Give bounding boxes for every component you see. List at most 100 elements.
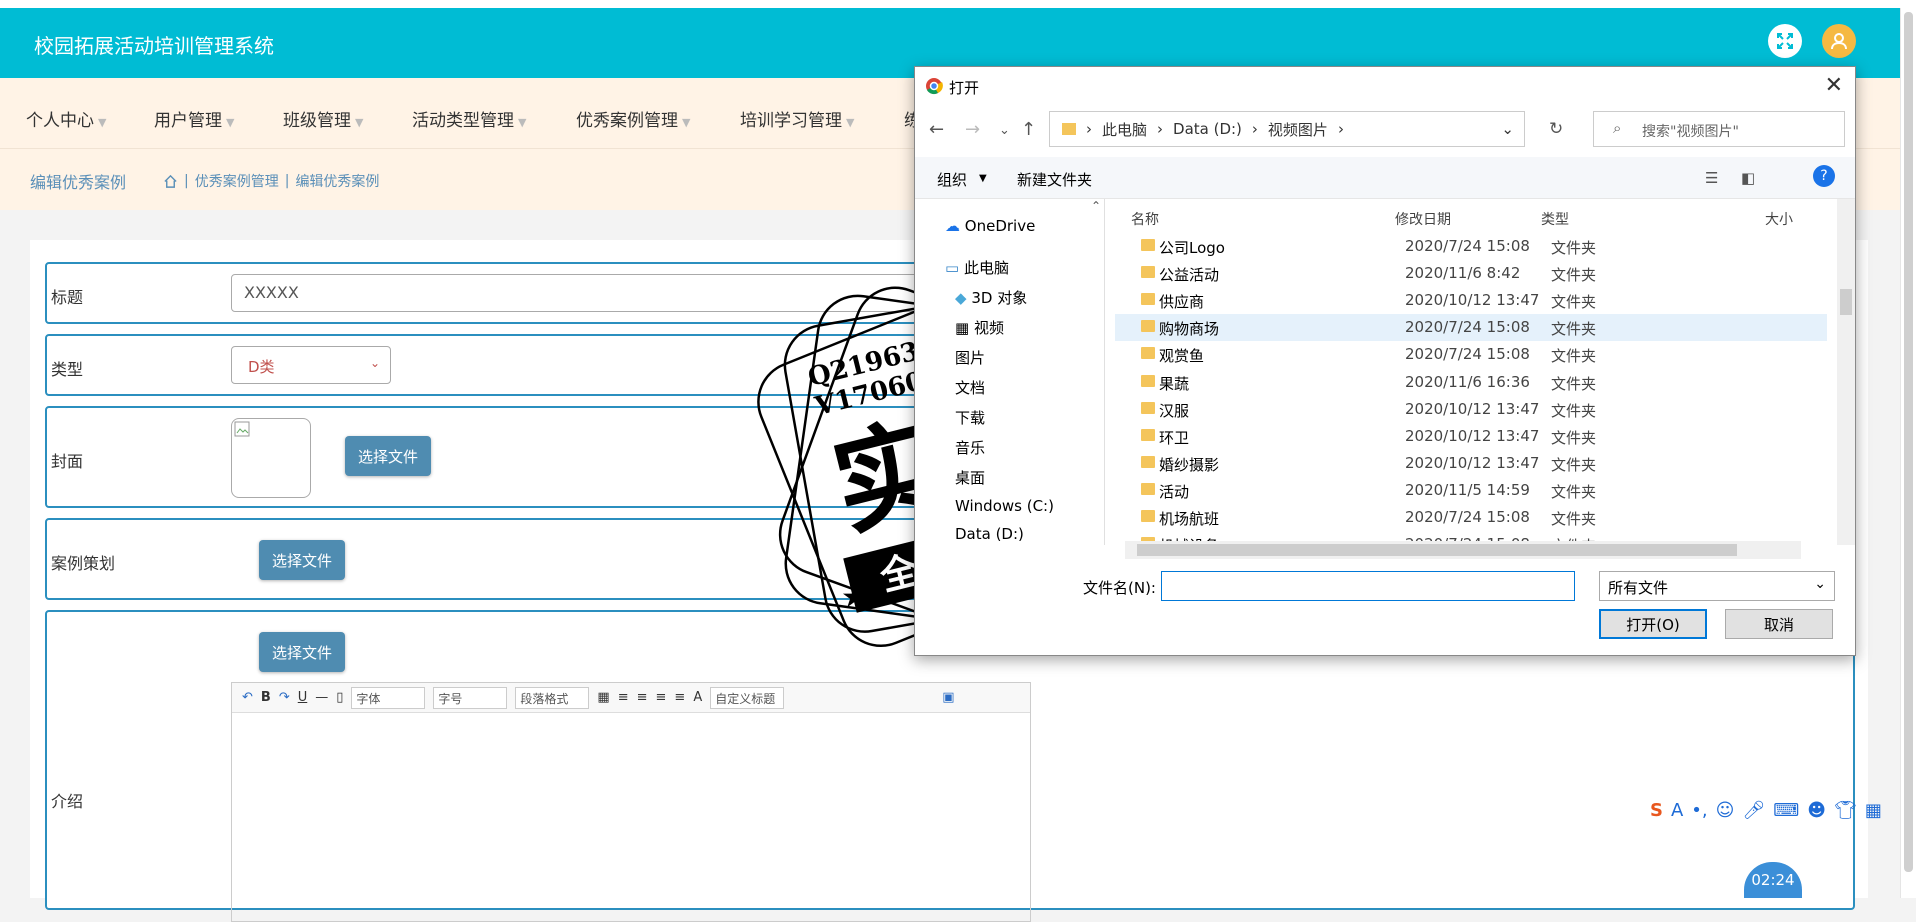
chevron-down-icon[interactable]: ⌄ bbox=[1501, 120, 1514, 138]
file-row[interactable]: 公益活动 2020/11/6 8:42 文件夹 bbox=[1115, 260, 1827, 287]
nav-activity-type-management[interactable]: 活动类型管理 ▼ bbox=[412, 106, 526, 131]
user-icon[interactable]: ☻ bbox=[1807, 800, 1826, 821]
preview-icon[interactable]: ▣ bbox=[942, 690, 954, 705]
font-color-icon[interactable]: A bbox=[693, 690, 702, 705]
cover-choose-file-button[interactable]: 选择文件 bbox=[345, 436, 431, 476]
file-row[interactable]: 婚纱摄影 2020/10/12 13:47 文件夹 bbox=[1115, 450, 1827, 477]
plan-choose-file-button[interactable]: 选择文件 bbox=[259, 540, 345, 580]
file-type-select[interactable]: 所有文件 ⌄ bbox=[1599, 571, 1835, 601]
tree-desktop[interactable]: 桌面 bbox=[955, 467, 985, 488]
horizontal-scrollbar[interactable] bbox=[1125, 541, 1801, 559]
dialog-title: 打开 bbox=[949, 79, 980, 97]
nav-personal-center[interactable]: 个人中心 ▼ bbox=[26, 106, 106, 131]
grid-menu-icon[interactable]: ▦ bbox=[1865, 800, 1882, 821]
home-icon[interactable] bbox=[163, 174, 178, 189]
tree-downloads[interactable]: 下载 bbox=[955, 407, 985, 428]
caret-down-icon: ▼ bbox=[682, 116, 691, 129]
font-size-select[interactable]: 字号 bbox=[433, 686, 508, 709]
breadcrumb-item-cases[interactable]: 优秀案例管理 bbox=[195, 171, 279, 191]
underline-icon[interactable]: U bbox=[298, 690, 308, 705]
nav-user-management[interactable]: 用户管理 ▼ bbox=[154, 106, 234, 131]
forward-arrow-icon[interactable]: → bbox=[965, 119, 980, 140]
file-type: 文件夹 bbox=[1551, 266, 1597, 285]
undo-icon[interactable]: ↶ bbox=[242, 690, 253, 705]
intro-choose-file-button[interactable]: 选择文件 bbox=[259, 632, 345, 672]
view-options-icon[interactable]: ☰ bbox=[1705, 169, 1718, 187]
paragraph-format-select[interactable]: 段落格式 bbox=[515, 686, 590, 709]
filename-input[interactable] bbox=[1161, 571, 1575, 601]
file-row[interactable]: 活动 2020/11/5 14:59 文件夹 bbox=[1115, 477, 1827, 504]
fullscreen-button[interactable] bbox=[1768, 24, 1802, 58]
address-bar[interactable]: › 此电脑 › Data (D:) › 视频图片 › ⌄ bbox=[1049, 111, 1525, 147]
file-name: 环卫 bbox=[1159, 428, 1190, 447]
chinese-mode-icon[interactable]: A bbox=[1671, 800, 1683, 821]
new-folder-button[interactable]: 新建文件夹 bbox=[1017, 169, 1092, 190]
file-date: 2020/10/12 13:47 bbox=[1405, 291, 1540, 310]
tree-drive-d[interactable]: Data (D:) bbox=[955, 525, 1024, 543]
keyboard-icon[interactable]: ⌨ bbox=[1773, 800, 1799, 821]
close-icon[interactable]: ✕ bbox=[1825, 73, 1843, 98]
sogou-logo-icon[interactable]: S bbox=[1650, 800, 1663, 821]
scroll-up-icon[interactable]: ⌃ bbox=[1091, 199, 1101, 213]
column-size[interactable]: 大小 bbox=[1765, 209, 1793, 229]
punctuation-icon[interactable]: •, bbox=[1691, 800, 1707, 821]
preview-pane-icon[interactable]: ◧ bbox=[1741, 169, 1755, 187]
emoji-icon[interactable]: ☺ bbox=[1716, 800, 1735, 821]
tree-3d-objects[interactable]: ◆ 3D 对象 bbox=[955, 287, 1027, 308]
tree-videos[interactable]: ▦ 视频 bbox=[955, 317, 1004, 338]
custom-title-select[interactable]: 自定义标题 bbox=[710, 686, 785, 709]
microphone-icon[interactable]: 🎤︎ bbox=[1742, 800, 1765, 821]
font-family-select[interactable]: 字体 bbox=[351, 686, 426, 709]
column-date[interactable]: 修改日期 bbox=[1395, 209, 1451, 229]
file-row[interactable]: 供应商 2020/10/12 13:47 文件夹 bbox=[1115, 287, 1827, 314]
title-input[interactable]: XXXXX bbox=[231, 274, 991, 312]
bold-icon[interactable]: B bbox=[261, 690, 271, 705]
table-icon[interactable]: ▦ bbox=[597, 690, 609, 705]
help-icon[interactable]: ? bbox=[1813, 165, 1835, 187]
up-arrow-icon[interactable]: ↑ bbox=[1021, 119, 1036, 140]
back-arrow-icon[interactable]: ← bbox=[929, 119, 944, 140]
recent-chevron-icon[interactable]: ⌄ bbox=[999, 123, 1010, 138]
path-this-pc[interactable]: 此电脑 bbox=[1102, 119, 1147, 140]
file-row[interactable]: 果蔬 2020/11/6 16:36 文件夹 bbox=[1115, 369, 1827, 396]
type-select[interactable]: D类 ⌄ bbox=[231, 346, 391, 384]
user-avatar-button[interactable] bbox=[1822, 24, 1856, 58]
file-row[interactable]: 环卫 2020/10/12 13:47 文件夹 bbox=[1115, 423, 1827, 450]
align-center-icon[interactable]: ≡ bbox=[656, 690, 667, 705]
nav-class-management[interactable]: 班级管理 ▼ bbox=[283, 106, 363, 131]
align-left-icon[interactable]: ≡ bbox=[618, 690, 629, 705]
nav-case-management[interactable]: 优秀案例管理 ▼ bbox=[576, 106, 690, 131]
nav-training-management[interactable]: 培训学习管理 ▼ bbox=[740, 106, 854, 131]
file-type: 文件夹 bbox=[1551, 510, 1597, 528]
horizontal-rule-icon[interactable]: — bbox=[315, 690, 328, 705]
redo-icon[interactable]: ↷ bbox=[279, 690, 290, 705]
search-input[interactable]: 搜索"视频图片" bbox=[1593, 111, 1845, 147]
column-type[interactable]: 类型 bbox=[1541, 209, 1569, 229]
tree-music[interactable]: 音乐 bbox=[955, 437, 985, 458]
file-row[interactable]: 机场航班 2020/7/24 15:08 文件夹 bbox=[1115, 504, 1827, 531]
rich-text-editor[interactable]: ↶ B ↷ U — ▯ 字体 字号 段落格式 ▦ ≡ ≡ ≡ ≡ A 自定义标题… bbox=[231, 682, 1031, 922]
vertical-scrollbar[interactable] bbox=[1837, 199, 1855, 545]
tree-onedrive[interactable]: ☁ OneDrive bbox=[945, 217, 1035, 235]
document-icon[interactable]: ▯ bbox=[336, 690, 343, 705]
path-data-drive[interactable]: Data (D:) bbox=[1173, 120, 1242, 138]
align-justify-icon[interactable]: ≡ bbox=[674, 690, 685, 705]
tree-this-pc[interactable]: ▭ 此电脑 bbox=[945, 257, 1009, 278]
file-row[interactable]: 购物商场 2020/7/24 15:08 文件夹 bbox=[1115, 314, 1827, 342]
folder-icon bbox=[1141, 320, 1155, 333]
tree-drive-c[interactable]: Windows (C:) bbox=[955, 497, 1054, 515]
refresh-icon[interactable]: ↻ bbox=[1549, 119, 1563, 139]
organize-menu[interactable]: 组织 bbox=[937, 169, 967, 190]
file-row[interactable]: 观赏鱼 2020/7/24 15:08 文件夹 bbox=[1115, 341, 1827, 368]
align-right-icon[interactable]: ≡ bbox=[637, 690, 648, 705]
skin-icon[interactable]: 👕︎ bbox=[1834, 800, 1857, 821]
cancel-button[interactable]: 取消 bbox=[1725, 609, 1833, 639]
page-scrollbar[interactable] bbox=[1900, 8, 1916, 898]
tree-documents[interactable]: 文档 bbox=[955, 377, 985, 398]
path-video-images[interactable]: 视频图片 bbox=[1268, 119, 1328, 140]
open-button[interactable]: 打开(O) bbox=[1599, 609, 1707, 639]
column-name[interactable]: 名称 bbox=[1131, 209, 1159, 229]
file-row[interactable]: 汉服 2020/10/12 13:47 文件夹 bbox=[1115, 396, 1827, 423]
tree-pictures[interactable]: 图片 bbox=[955, 347, 985, 368]
file-row[interactable]: 公司Logo 2020/7/24 15:08 文件夹 bbox=[1115, 233, 1827, 260]
